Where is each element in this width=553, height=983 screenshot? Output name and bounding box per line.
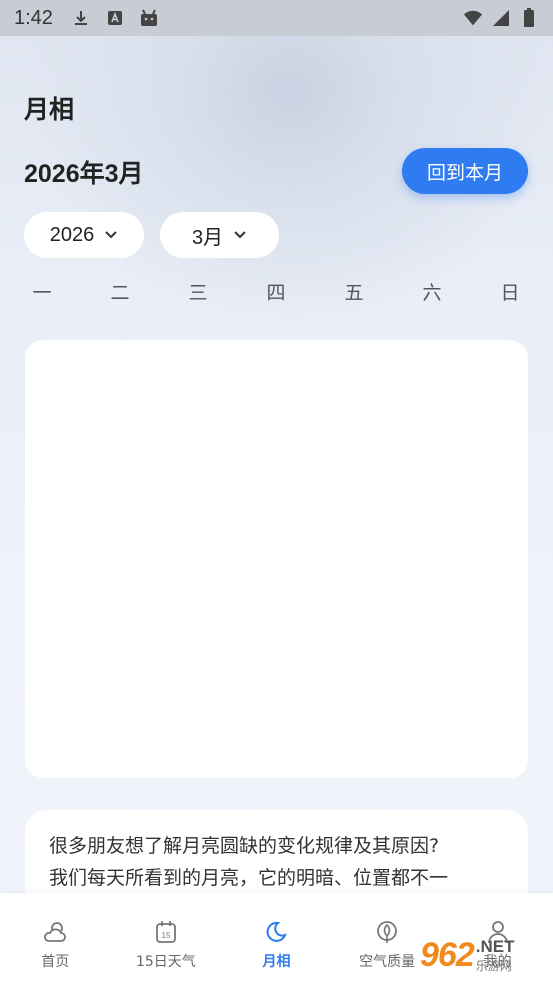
a-box-icon	[105, 8, 125, 28]
watermark-suffix: .NET	[475, 936, 515, 956]
nav-label-moon-phase: 月相	[262, 954, 291, 970]
chevron-down-icon	[233, 230, 247, 240]
svg-text:15: 15	[161, 931, 170, 940]
signal-icon	[491, 8, 511, 28]
moon-calendar-card	[25, 340, 528, 778]
weekday-fri: 五	[344, 282, 364, 304]
watermark-number: 962	[420, 935, 475, 974]
nav-label-air-quality: 空气质量	[359, 954, 416, 970]
watermark-logo: 962 .NET 乐游网	[420, 932, 548, 978]
battery-icon	[519, 8, 539, 28]
back-to-current-month-button[interactable]: 回到本月	[402, 148, 528, 194]
current-month-label: 2026年3月	[24, 160, 144, 188]
weekday-header: 一 二 三 四 五 六 日	[0, 278, 553, 308]
info-line-1: 很多朋友想了解月亮圆缺的变化规律及其原因?	[49, 835, 440, 857]
calendar-15-icon: 15	[153, 919, 179, 945]
month-select[interactable]: 3月	[160, 212, 279, 258]
nav-item-moon-phase[interactable]: 月相	[221, 893, 332, 983]
nav-label-15-day: 15日天气	[135, 954, 196, 970]
download-icon	[71, 8, 91, 28]
weekday-thu: 四	[266, 282, 286, 304]
status-bar: 1:42	[0, 0, 553, 36]
wifi-icon	[463, 8, 483, 28]
nav-item-15-day[interactable]: 15 15日天气	[111, 893, 222, 983]
chevron-down-icon	[104, 230, 118, 240]
info-line-2: 我们每天所看到的月亮，它的明暗、位置都不一	[49, 867, 449, 889]
year-select[interactable]: 2026	[24, 212, 144, 258]
android-icon	[139, 8, 159, 28]
nav-label-home: 首页	[41, 954, 70, 970]
watermark-cn: 乐游网	[475, 958, 512, 973]
month-select-value: 3月	[191, 226, 224, 249]
moon-icon	[263, 919, 289, 945]
year-select-value: 2026	[49, 223, 95, 246]
weekday-mon: 一	[32, 282, 52, 304]
weekday-tue: 二	[110, 282, 130, 304]
nav-item-home[interactable]: 首页	[0, 893, 111, 983]
weather-cloud-sun-icon	[42, 919, 68, 945]
weekday-sat: 六	[422, 282, 442, 304]
weekday-wed: 三	[188, 282, 208, 304]
weekday-sun: 日	[500, 282, 520, 304]
leaf-icon	[374, 919, 400, 945]
page-title: 月相	[24, 95, 75, 124]
status-time: 1:42	[14, 6, 53, 29]
